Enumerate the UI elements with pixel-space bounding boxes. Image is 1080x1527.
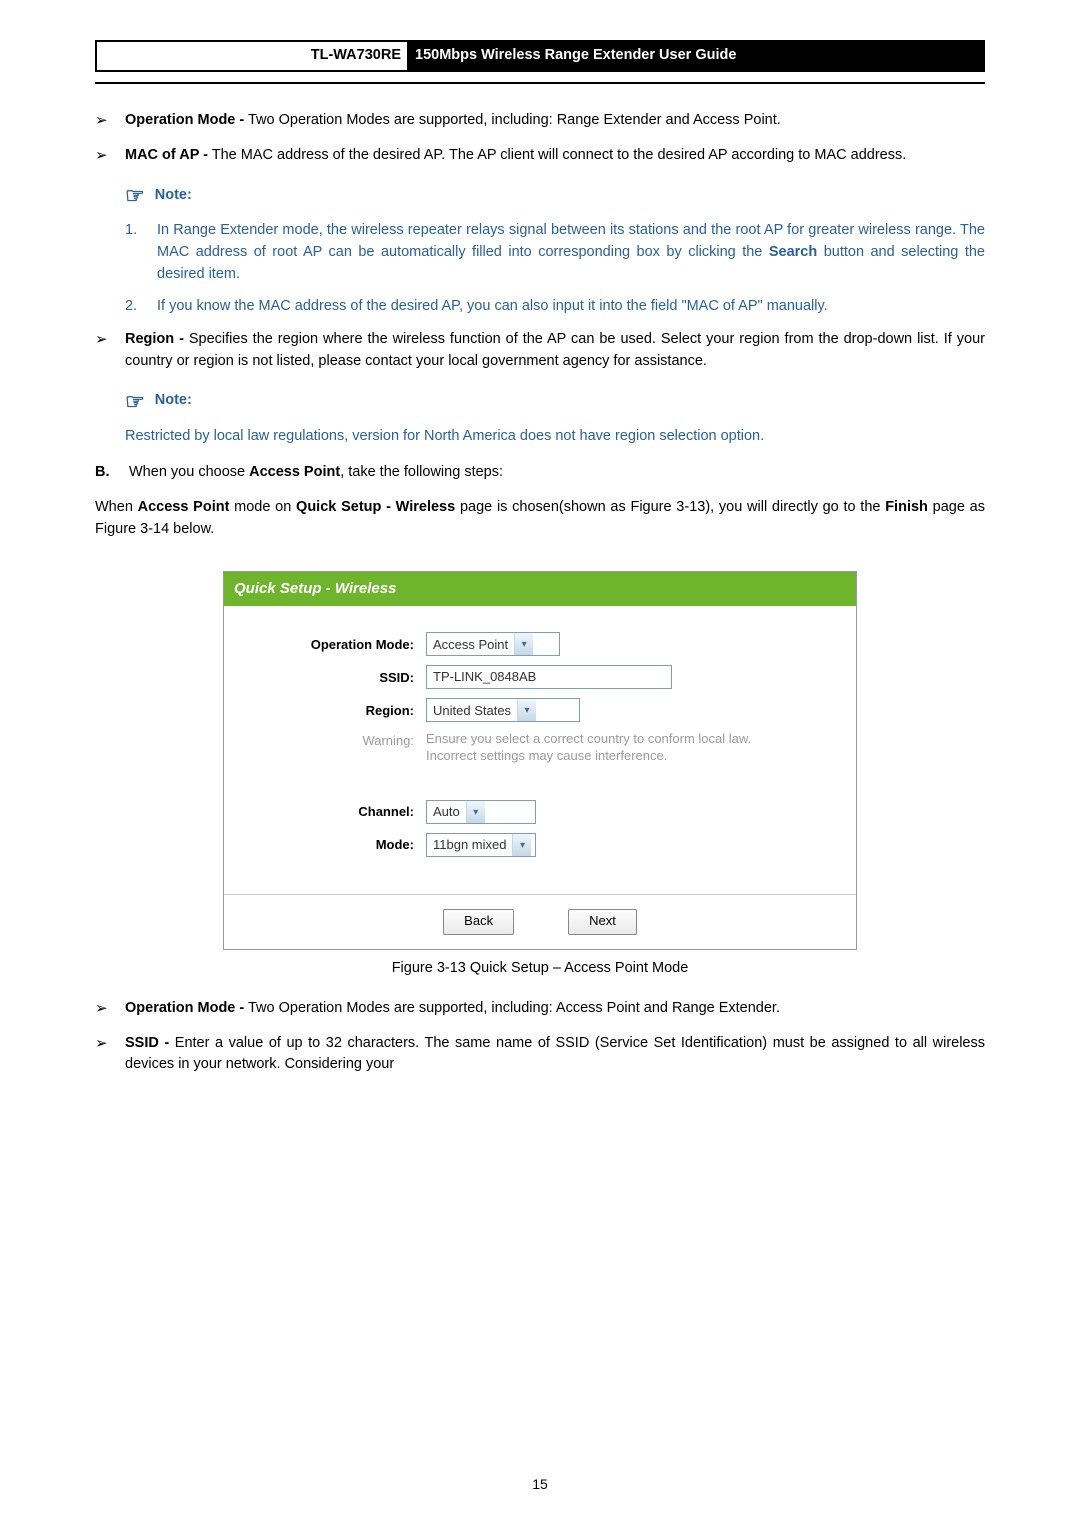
bullet-item: Operation Mode - Two Operation Modes are… bbox=[95, 998, 985, 1021]
figure-buttons: Back Next bbox=[224, 895, 856, 949]
bullet-term: SSID - bbox=[125, 1035, 169, 1051]
triangle-bullet-icon bbox=[95, 145, 125, 168]
mode-select[interactable]: 11bgn mixed ▾ bbox=[426, 833, 536, 857]
chevron-down-icon: ▾ bbox=[466, 801, 485, 823]
field-label: Operation Mode: bbox=[244, 635, 426, 655]
note-paragraph: Restricted by local law regulations, ver… bbox=[125, 426, 985, 448]
triangle-bullet-icon bbox=[95, 329, 125, 373]
header-rule bbox=[95, 82, 985, 84]
select-value: Auto bbox=[427, 802, 466, 822]
bullet-item: MAC of AP - The MAC address of the desir… bbox=[95, 145, 985, 168]
para-text: When bbox=[95, 499, 138, 515]
bullet-term: Region - bbox=[125, 331, 184, 347]
section-b-label: B. bbox=[95, 462, 129, 484]
back-button[interactable]: Back bbox=[443, 909, 514, 935]
ssid-input[interactable]: TP-LINK_0848AB bbox=[426, 665, 672, 689]
bullet-text: MAC of AP - The MAC address of the desir… bbox=[125, 145, 906, 168]
note-bold-word: Search bbox=[769, 244, 817, 260]
select-value: Access Point bbox=[427, 635, 514, 655]
para-bold: Access Point bbox=[138, 499, 230, 515]
note-label: Note: bbox=[155, 185, 192, 207]
region-select[interactable]: United States ▾ bbox=[426, 698, 580, 722]
section-b-text: When you choose Access Point, take the f… bbox=[129, 462, 503, 484]
warning-line: Ensure you select a correct country to c… bbox=[426, 731, 751, 748]
section-b: B. When you choose Access Point, take th… bbox=[95, 462, 985, 484]
note-text: In Range Extender mode, the wireless rep… bbox=[157, 220, 985, 285]
field-label: Region: bbox=[244, 701, 426, 721]
channel-select[interactable]: Auto ▾ bbox=[426, 800, 536, 824]
select-value: United States bbox=[427, 701, 517, 721]
bullet-term: Operation Mode - bbox=[125, 112, 244, 128]
para-text: mode on bbox=[229, 499, 296, 515]
field-row-mode: Mode: 11bgn mixed ▾ bbox=[244, 833, 836, 857]
note-block: ☞ Note: bbox=[125, 385, 985, 418]
pointing-hand-icon: ☞ bbox=[125, 179, 145, 212]
bullet-item: SSID - Enter a value of up to 32 charact… bbox=[95, 1033, 985, 1077]
doc-header-model: TL-WA730RE bbox=[97, 42, 407, 70]
bullet-list-region: Region - Specifies the region where the … bbox=[95, 329, 985, 373]
field-row-warning: Warning: Ensure you select a correct cou… bbox=[244, 731, 836, 765]
figure-quick-setup: Quick Setup - Wireless Operation Mode: A… bbox=[223, 571, 857, 950]
field-label: Channel: bbox=[244, 802, 426, 822]
chevron-down-icon: ▾ bbox=[517, 699, 536, 721]
figure-body: Operation Mode: Access Point ▾ SSID: TP-… bbox=[224, 606, 856, 894]
bullet-text: SSID - Enter a value of up to 32 charact… bbox=[125, 1033, 985, 1077]
pointing-hand-icon: ☞ bbox=[125, 385, 145, 418]
bullet-text: Region - Specifies the region where the … bbox=[125, 329, 985, 373]
bullet-desc: The MAC address of the desired AP. The A… bbox=[208, 147, 906, 163]
bullet-text: Operation Mode - Two Operation Modes are… bbox=[125, 998, 780, 1021]
field-row-channel: Channel: Auto ▾ bbox=[244, 800, 836, 824]
note-label: Note: bbox=[155, 390, 192, 412]
figure-caption: Figure 3-13 Quick Setup – Access Point M… bbox=[95, 958, 985, 980]
para-bold: Quick Setup - Wireless bbox=[296, 499, 455, 515]
field-row-operation-mode: Operation Mode: Access Point ▾ bbox=[244, 632, 836, 656]
note-item: If you know the MAC address of the desir… bbox=[125, 296, 985, 318]
note-block: ☞ Note: bbox=[125, 179, 985, 212]
field-label: SSID: bbox=[244, 668, 426, 688]
para-text: page is chosen(shown as Figure 3-13), yo… bbox=[455, 499, 885, 515]
bullet-term: MAC of AP - bbox=[125, 147, 208, 163]
triangle-bullet-icon bbox=[95, 1033, 125, 1077]
field-label-warning: Warning: bbox=[244, 731, 426, 751]
bullet-desc: Specifies the region where the wireless … bbox=[125, 331, 985, 369]
para-bold: Finish bbox=[885, 499, 928, 515]
note-item: In Range Extender mode, the wireless rep… bbox=[125, 220, 985, 285]
section-b-suffix: , take the following steps: bbox=[340, 464, 503, 480]
bullet-list-bottom: Operation Mode - Two Operation Modes are… bbox=[95, 998, 985, 1076]
note-list: In Range Extender mode, the wireless rep… bbox=[125, 220, 985, 317]
bullet-list-top: Operation Mode - Two Operation Modes are… bbox=[95, 110, 985, 168]
field-row-ssid: SSID: TP-LINK_0848AB bbox=[244, 665, 836, 689]
bullet-desc: Two Operation Modes are supported, inclu… bbox=[244, 112, 781, 128]
doc-header: TL-WA730RE 150Mbps Wireless Range Extend… bbox=[95, 40, 985, 72]
bullet-item: Operation Mode - Two Operation Modes are… bbox=[95, 110, 985, 133]
operation-mode-select[interactable]: Access Point ▾ bbox=[426, 632, 560, 656]
bullet-text: Operation Mode - Two Operation Modes are… bbox=[125, 110, 781, 133]
triangle-bullet-icon bbox=[95, 998, 125, 1021]
bullet-desc: Enter a value of up to 32 characters. Th… bbox=[125, 1035, 985, 1073]
chevron-down-icon: ▾ bbox=[514, 633, 533, 655]
next-button[interactable]: Next bbox=[568, 909, 637, 935]
warning-text: Ensure you select a correct country to c… bbox=[426, 731, 751, 765]
figure-title: Quick Setup - Wireless bbox=[224, 572, 856, 607]
bullet-item: Region - Specifies the region where the … bbox=[95, 329, 985, 373]
page-number: 15 bbox=[0, 1474, 1080, 1495]
doc-header-title: 150Mbps Wireless Range Extender User Gui… bbox=[407, 42, 983, 70]
field-row-region: Region: United States ▾ bbox=[244, 698, 836, 722]
select-value: 11bgn mixed bbox=[427, 835, 512, 855]
triangle-bullet-icon bbox=[95, 110, 125, 133]
paragraph-ap: When Access Point mode on Quick Setup - … bbox=[95, 497, 985, 541]
bullet-term: Operation Mode - bbox=[125, 1000, 244, 1016]
section-b-prefix: When you choose bbox=[129, 464, 249, 480]
chevron-down-icon: ▾ bbox=[512, 834, 531, 856]
section-b-bold: Access Point bbox=[249, 464, 340, 480]
warning-line: Incorrect settings may cause interferenc… bbox=[426, 748, 751, 765]
field-label: Mode: bbox=[244, 835, 426, 855]
note-text: If you know the MAC address of the desir… bbox=[157, 296, 828, 318]
bullet-desc: Two Operation Modes are supported, inclu… bbox=[244, 1000, 780, 1016]
